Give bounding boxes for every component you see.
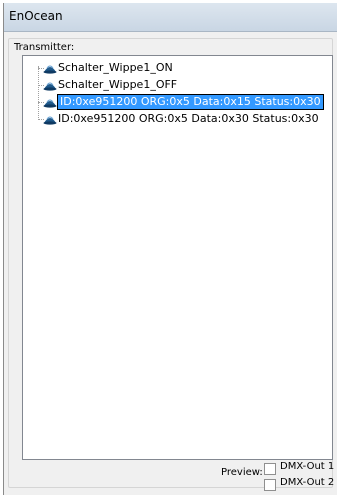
transmitter-icon bbox=[43, 116, 57, 125]
title-bar[interactable]: EnOcean bbox=[4, 3, 337, 32]
tree-item-label-editing[interactable]: ID:0xe951200 ORG:0x5 Data:0x15 Status:0x… bbox=[57, 94, 324, 110]
screen: EnOcean Transmitter: Schalter_Wippe1_ON … bbox=[0, 0, 337, 495]
tree-item-schalter-wippe1-on[interactable]: Schalter_Wippe1_ON bbox=[23, 60, 328, 77]
preview-label: Preview: bbox=[221, 467, 263, 478]
tree-item-schalter-wippe1-off[interactable]: Schalter_Wippe1_OFF bbox=[23, 77, 328, 94]
transmitter-label: Transmitter: bbox=[14, 42, 75, 53]
tree-item-data-0x30[interactable]: ID:0xe951200 ORG:0x5 Data:0x30 Status:0x… bbox=[23, 111, 328, 128]
dmx-out-2-checkbox[interactable] bbox=[264, 479, 276, 491]
tree-item-label: Schalter_Wippe1_OFF bbox=[58, 78, 178, 91]
transmitter-tree[interactable]: Schalter_Wippe1_ON Schalter_Wippe1_OFF I… bbox=[22, 55, 333, 460]
dmx-out-2-option[interactable]: DMX-Out 2 bbox=[264, 477, 337, 491]
dmx-out-1-label[interactable]: DMX-Out 1 bbox=[280, 461, 334, 472]
window-title: EnOcean bbox=[9, 9, 63, 23]
dmx-out-1-option[interactable]: DMX-Out 1 bbox=[264, 461, 337, 475]
transmitter-icon bbox=[43, 65, 57, 74]
dmx-out-2-label[interactable]: DMX-Out 2 bbox=[280, 477, 334, 488]
transmitter-icon bbox=[43, 99, 57, 108]
tree-item-label: Schalter_Wippe1_ON bbox=[58, 61, 173, 74]
tree-item-data-0x15-selected[interactable]: ID:0xe951200 ORG:0x5 Data:0x15 Status:0x… bbox=[23, 94, 328, 111]
transmitter-icon bbox=[43, 82, 57, 91]
tree-item-label: ID:0xe951200 ORG:0x5 Data:0x30 Status:0x… bbox=[58, 112, 319, 125]
dmx-out-1-checkbox[interactable] bbox=[264, 463, 276, 475]
